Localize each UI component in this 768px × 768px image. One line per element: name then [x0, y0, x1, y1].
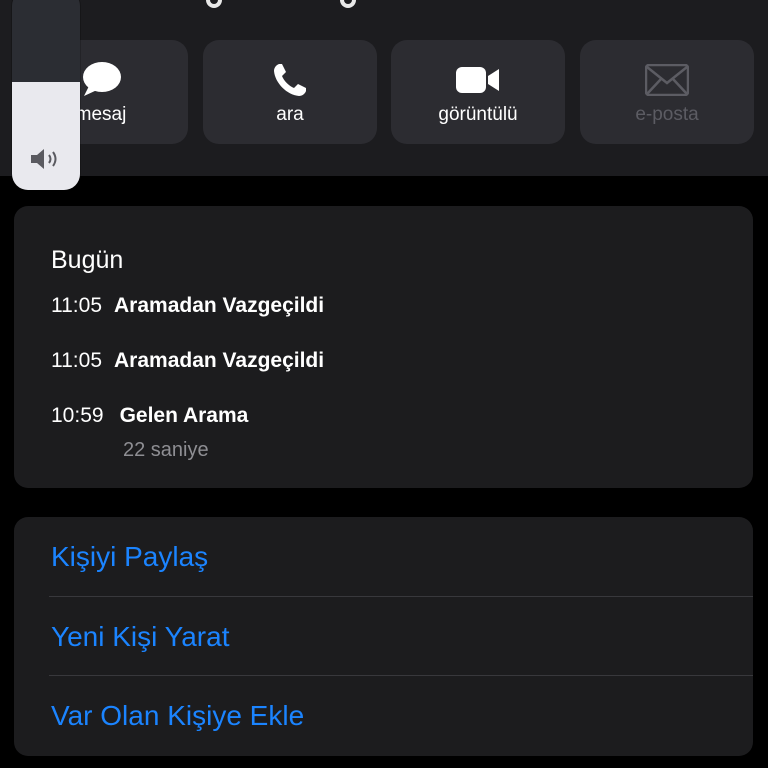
volume-slider[interactable] — [12, 0, 80, 190]
call-time: 11:05 — [51, 349, 102, 372]
create-new-contact-link[interactable]: Yeni Kişi Yarat — [51, 617, 230, 657]
contact-actions-card: Kişiyi Paylaş Yeni Kişi Yarat Var Olan K… — [14, 517, 753, 756]
phone-icon — [203, 60, 377, 100]
email-label: e-posta — [635, 104, 699, 125]
add-to-existing-contact-link[interactable]: Var Olan Kişiye Ekle — [51, 696, 304, 736]
call-time: 11:05 — [51, 294, 102, 317]
call-history-card: Bugün 11:05 Aramadan Vazgeçildi 11:05 Aram… — [14, 206, 753, 488]
call-type: Aramadan Vazgeçildi — [114, 349, 325, 372]
divider — [49, 675, 753, 676]
video-camera-icon — [391, 60, 565, 100]
email-button[interactable]: e-posta — [580, 40, 754, 144]
video-call-label: görüntülü — [438, 104, 518, 125]
divider — [49, 596, 753, 597]
call-type: Aramadan Vazgeçildi — [114, 294, 325, 317]
envelope-icon — [580, 60, 754, 100]
call-history-row: 11:05 Aramadan Vazgeçildi — [51, 294, 324, 324]
call-button[interactable]: ara — [203, 40, 377, 144]
history-date-heading: Bugün — [51, 246, 124, 274]
contact-header: mesaj ara görüntülü e-posta — [0, 0, 768, 190]
share-contact-link[interactable]: Kişiyi Paylaş — [51, 537, 208, 577]
call-time: 10:59 — [51, 404, 104, 427]
call-label: ara — [276, 104, 304, 125]
contact-name-fragment — [200, 0, 370, 8]
video-call-button[interactable]: görüntülü — [391, 40, 565, 144]
call-duration: 22 saniye — [123, 439, 209, 461]
contact-detail-screen: mesaj ara görüntülü e-posta Bugün 11:05 … — [0, 0, 768, 768]
call-history-row: 10:59 Gelen Arama — [51, 404, 248, 434]
call-type: Gelen Arama — [119, 404, 249, 427]
call-history-row: 11:05 Aramadan Vazgeçildi — [51, 349, 324, 379]
speaker-icon — [12, 142, 80, 176]
